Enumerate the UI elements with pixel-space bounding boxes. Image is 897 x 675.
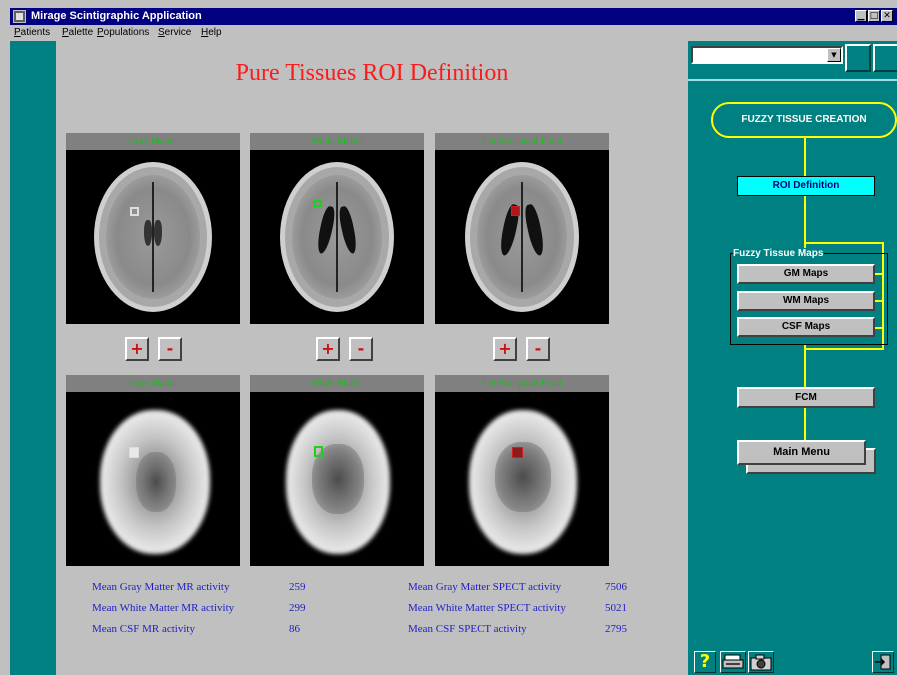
mr-ventricle (154, 220, 162, 246)
stat-value: 7506 (605, 581, 627, 593)
toolbar-button[interactable] (845, 44, 871, 72)
roi-marker-wm[interactable] (314, 200, 322, 207)
mr-wm-label: White Matter (250, 133, 424, 150)
spect-gm-label: Gray Matter (66, 375, 240, 392)
spect-wm-label: White Matter (250, 375, 424, 392)
mr-gm-image[interactable] (66, 150, 240, 324)
zoom-out-button[interactable]: - (526, 337, 550, 361)
roi-marker-csf[interactable] (511, 206, 520, 216)
roi-definition-button[interactable]: ROI Definition (737, 176, 875, 196)
flow-line (804, 345, 806, 387)
stat-label: Mean White Matter SPECT activity (408, 602, 566, 614)
exit-icon-graphic (875, 654, 891, 670)
title-bar: Mirage Scintigraphic Application ▁ □ ✕ (10, 8, 897, 25)
page-title: Pure Tissues ROI Definition (235, 60, 509, 86)
mr-midline (336, 182, 338, 292)
fuzzy-tissue-creation-title: FUZZY TISSUE CREATION (711, 102, 897, 138)
spect-csf-image[interactable] (435, 392, 609, 566)
spect-wm-image[interactable] (250, 392, 424, 566)
printer-icon-graphic (722, 654, 744, 669)
stat-label: Mean White Matter MR activity (92, 602, 235, 614)
camera-icon-graphic (750, 654, 772, 671)
roi-marker-wm[interactable] (314, 446, 323, 457)
stat-label: Mean Gray Matter SPECT activity (408, 581, 562, 593)
csf-maps-button[interactable]: CSF Maps (737, 317, 875, 337)
fuzzy-tissue-maps-label: Fuzzy Tissue Maps (733, 248, 825, 259)
exit-icon[interactable] (872, 651, 894, 673)
mr-gm-label: Gray Matter (66, 133, 240, 150)
zoom-in-button[interactable]: + (316, 337, 340, 361)
camera-icon[interactable] (748, 651, 774, 673)
patient-dropdown[interactable]: ▼ (691, 46, 843, 64)
menu-patients[interactable]: Patients (14, 27, 50, 38)
stat-value: 86 (289, 623, 300, 635)
close-button[interactable]: ✕ (881, 10, 893, 22)
panel-divider (688, 79, 897, 81)
flow-line (804, 408, 806, 440)
spect-csf-label: Cerebrospinal Fluid (435, 375, 609, 392)
help-icon[interactable]: ? (694, 651, 716, 673)
zoom-out-button[interactable]: - (349, 337, 373, 361)
menu-bar: Patients Palette Populations Service Hel… (10, 25, 897, 41)
dropdown-arrow-icon[interactable]: ▼ (827, 48, 841, 62)
stat-label: Mean CSF SPECT activity (408, 623, 527, 635)
roi-marker-csf[interactable] (512, 447, 523, 458)
menu-help[interactable]: Help (201, 27, 222, 38)
stat-value: 259 (289, 581, 306, 593)
printer-icon[interactable] (720, 651, 746, 673)
stat-label: Mean Gray Matter MR activity (92, 581, 230, 593)
flow-line (806, 348, 884, 350)
stat-value: 5021 (605, 602, 627, 614)
toolbar-button[interactable] (873, 44, 897, 72)
window-title: Mirage Scintigraphic Application (31, 10, 202, 22)
zoom-out-button[interactable]: - (158, 337, 182, 361)
fcm-button[interactable]: FCM (737, 387, 875, 408)
mr-csf-image[interactable] (435, 150, 609, 324)
mr-csf-label: Cerebrospinal Fluid (435, 133, 609, 150)
spect-center (495, 442, 551, 512)
gm-maps-button[interactable]: GM Maps (737, 264, 875, 284)
stat-label: Mean CSF MR activity (92, 623, 195, 635)
menu-service[interactable]: Service (158, 27, 191, 38)
maximize-button[interactable]: □ (868, 10, 880, 22)
app-icon (13, 10, 26, 23)
roi-marker-gm[interactable] (130, 207, 139, 216)
menu-palette[interactable]: Palette (62, 27, 93, 38)
flow-line (806, 242, 884, 244)
roi-marker-gm[interactable] (129, 447, 139, 458)
flow-line (804, 196, 806, 253)
stat-value: 299 (289, 602, 306, 614)
spect-center (136, 452, 176, 512)
minimize-button[interactable]: ▁ (855, 10, 867, 22)
main-menu-button[interactable]: Main Menu (737, 440, 866, 465)
mr-midline (521, 182, 523, 292)
mr-wm-image[interactable] (250, 150, 424, 324)
flow-line (804, 138, 806, 176)
wm-maps-button[interactable]: WM Maps (737, 291, 875, 311)
menu-populations[interactable]: Populations (97, 27, 149, 38)
stat-value: 2795 (605, 623, 627, 635)
mr-ventricle (144, 220, 152, 246)
zoom-in-button[interactable]: + (493, 337, 517, 361)
zoom-in-button[interactable]: + (125, 337, 149, 361)
spect-gm-image[interactable] (66, 392, 240, 566)
left-strip (10, 41, 56, 675)
